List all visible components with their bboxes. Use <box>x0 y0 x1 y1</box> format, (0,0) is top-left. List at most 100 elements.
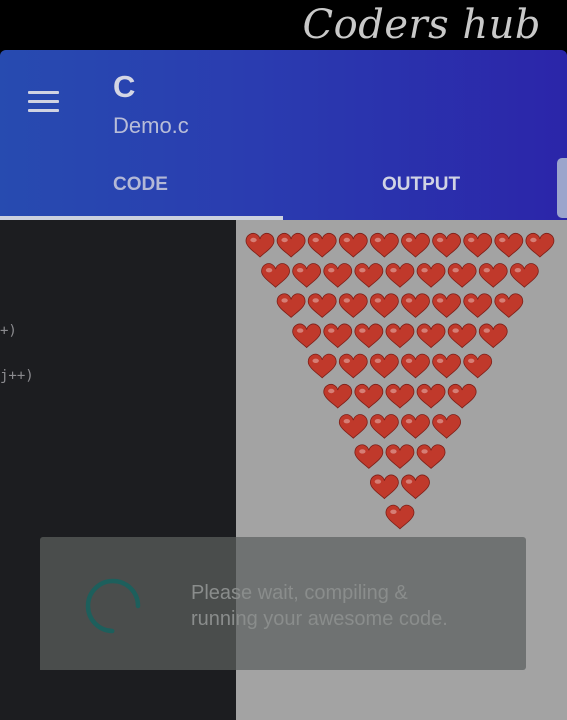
heart-glyph <box>323 384 353 409</box>
heart-glyph <box>401 414 430 439</box>
heart-glyph <box>369 353 399 379</box>
heart-highlight <box>374 479 382 484</box>
heart-glyph <box>401 353 430 379</box>
heart-glyph <box>478 323 508 349</box>
heart-glyph <box>385 504 415 530</box>
heart-highlight <box>390 328 397 333</box>
heart-highlight <box>452 328 459 333</box>
heart-highlight <box>328 328 335 333</box>
heart-highlight <box>421 328 428 333</box>
heart-glyph <box>385 444 415 469</box>
heart-highlight <box>328 268 335 273</box>
heart-highlight <box>452 388 459 394</box>
heart-glyph <box>354 444 384 469</box>
heart-glyph <box>338 233 368 258</box>
heart-glyph <box>416 323 446 349</box>
heart-glyph <box>525 233 555 258</box>
heart-highlight <box>421 449 428 454</box>
heart-glyph <box>432 353 462 379</box>
heart-highlight <box>312 298 319 303</box>
heart-glyph <box>292 323 322 349</box>
heart-highlight <box>281 298 288 303</box>
heart-glyph <box>447 323 477 349</box>
loading-message-line1: Please wait, compiling & <box>191 582 408 604</box>
heart-glyph <box>385 263 415 288</box>
heart-glyph <box>432 233 462 258</box>
hamburger-menu-icon[interactable] <box>28 91 60 115</box>
heart-highlight <box>421 268 428 273</box>
heart-highlight <box>265 268 273 273</box>
heart-highlight <box>374 358 382 363</box>
heart-highlight <box>405 419 413 424</box>
heart-highlight <box>359 268 366 273</box>
heart-glyph <box>401 474 430 500</box>
heart-highlight <box>343 358 350 363</box>
heart-highlight <box>468 237 475 243</box>
heart-glyph <box>307 353 337 379</box>
heart-glyph <box>261 263 290 288</box>
heart-glyph <box>478 263 508 288</box>
heart-highlight <box>405 479 413 484</box>
heart-highlight <box>359 328 366 333</box>
loading-spinner-icon <box>85 578 141 634</box>
heart-glyph <box>447 263 477 288</box>
heart-glyph <box>369 233 399 258</box>
heart-glyph <box>369 414 399 439</box>
heart-glyph <box>416 263 446 288</box>
heart-highlight <box>343 419 350 424</box>
heart-glyph <box>276 233 306 258</box>
heart-highlight <box>436 419 444 424</box>
heart-highlight <box>452 268 459 273</box>
watermark-text: Coders hub <box>302 2 541 48</box>
heart-highlight <box>374 298 382 303</box>
watermark: Coders hub <box>0 0 567 52</box>
heart-glyph <box>416 444 446 469</box>
heart-glyph <box>509 263 539 288</box>
scroll-handle[interactable] <box>557 158 567 218</box>
file-name: Demo.c <box>113 113 189 138</box>
heart-highlight <box>390 449 397 454</box>
heart-glyph <box>463 233 493 258</box>
code-line: +) <box>0 323 17 339</box>
heart-glyph <box>338 353 368 379</box>
heart-highlight <box>514 268 522 273</box>
heart-highlight <box>343 237 350 243</box>
heart-glyph <box>354 263 384 288</box>
heart-glyph <box>276 293 306 318</box>
heart-glyph <box>494 233 524 258</box>
heart-highlight <box>250 237 257 243</box>
heart-highlight <box>281 237 288 243</box>
heart-glyph <box>447 384 477 409</box>
heart-highlight <box>499 237 506 243</box>
heart-highlight <box>374 237 382 243</box>
heart-highlight <box>421 388 428 394</box>
heart-glyph <box>401 233 430 258</box>
heart-glyph <box>338 414 368 439</box>
heart-highlight <box>312 358 319 363</box>
heart-highlight <box>436 358 444 363</box>
loading-message: Please wait, compiling & running your aw… <box>191 580 491 632</box>
heart-highlight <box>343 298 350 303</box>
heart-glyph <box>369 293 399 318</box>
heart-highlight <box>405 358 413 363</box>
heart-highlight <box>296 328 304 333</box>
tab-code[interactable]: CODE <box>113 174 168 196</box>
heart-highlight <box>499 298 506 303</box>
heart-glyph <box>338 293 368 318</box>
heart-glyph <box>401 293 430 318</box>
heart-highlight <box>468 298 475 303</box>
heart-highlight <box>436 298 444 303</box>
page-title: C <box>113 69 136 104</box>
heart-highlight <box>483 268 490 273</box>
heart-highlight <box>390 509 397 514</box>
heart-highlight <box>359 388 366 394</box>
heart-highlight <box>405 237 413 243</box>
tab-output[interactable]: OUTPUT <box>382 174 460 196</box>
heart-glyph <box>385 323 415 349</box>
heart-highlight <box>390 268 397 273</box>
heart-highlight <box>374 419 382 424</box>
heart-triangle-output <box>245 233 555 530</box>
heart-glyph <box>245 233 275 258</box>
code-line: j++) <box>0 368 34 384</box>
heart-glyph <box>354 384 384 409</box>
